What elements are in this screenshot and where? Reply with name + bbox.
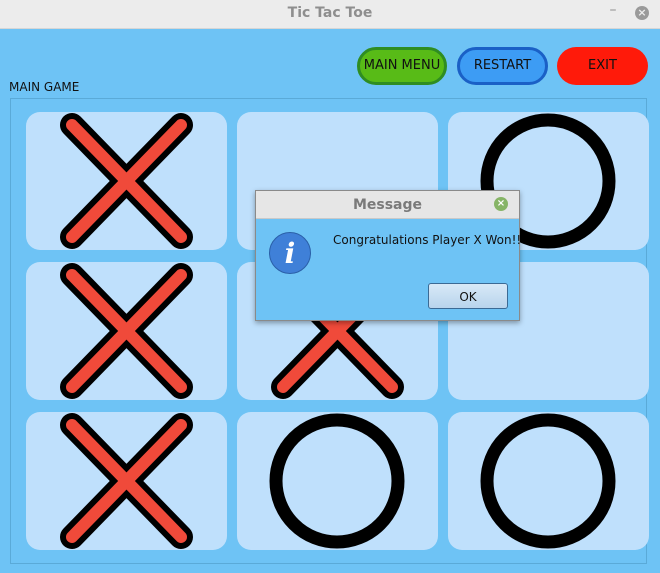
ok-button[interactable]: OK — [428, 283, 508, 309]
dialog-title: Message — [352, 197, 423, 213]
board-cell-8[interactable] — [237, 412, 438, 550]
window-title: Tic Tac Toe — [287, 5, 373, 21]
main-menu-button[interactable]: MAIN MENU — [357, 47, 447, 85]
x-mark-icon — [60, 113, 193, 249]
board-cell-1[interactable] — [26, 112, 227, 250]
minimize-icon[interactable]: – — [606, 3, 620, 17]
app-window: Tic Tac Toe – × MAIN MENU RESTART EXIT M… — [0, 0, 660, 573]
info-icon: i — [269, 232, 311, 274]
x-mark-icon — [60, 413, 193, 549]
dialog-title-bar: Message × — [256, 191, 519, 219]
board-cell-9[interactable] — [448, 412, 649, 550]
exit-button[interactable]: EXIT — [557, 47, 648, 85]
close-icon[interactable]: × — [635, 6, 649, 20]
x-mark-icon — [60, 263, 193, 399]
title-bar: Tic Tac Toe – × — [0, 0, 660, 29]
dialog-message: Congratulations Player X Won!! — [333, 233, 522, 247]
o-mark-icon — [269, 413, 405, 549]
dialog-close-icon[interactable]: × — [494, 197, 508, 211]
section-label: MAIN GAME — [9, 80, 80, 94]
board-cell-7[interactable] — [26, 412, 227, 550]
o-mark-icon — [480, 413, 616, 549]
restart-button[interactable]: RESTART — [457, 47, 548, 85]
message-dialog: Message × i Congratulations Player X Won… — [255, 190, 522, 321]
game-board — [10, 98, 649, 564]
board-cell-4[interactable] — [26, 262, 227, 400]
